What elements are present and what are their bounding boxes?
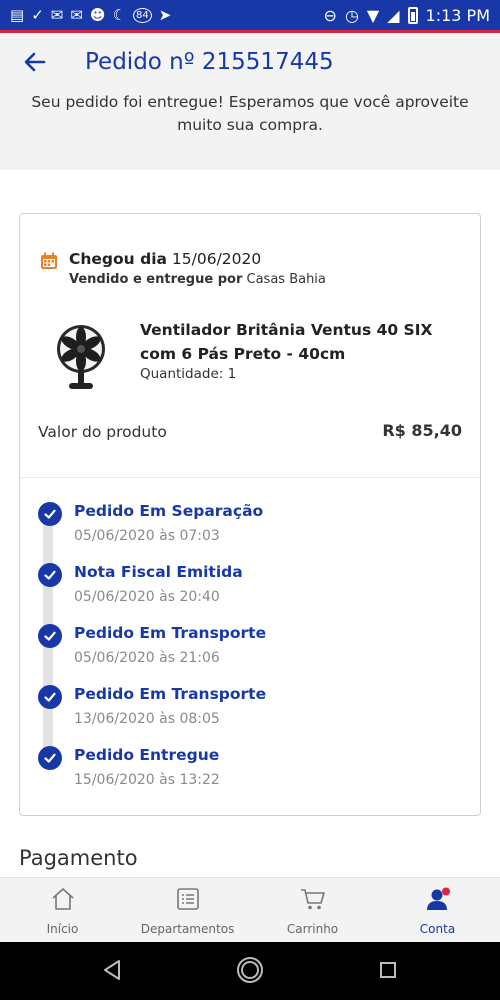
step-time: 05/06/2020 às 20:40 bbox=[74, 589, 220, 605]
page-header: Pedido nº 215517445 Seu pedido foi entre… bbox=[0, 33, 500, 170]
check-icon bbox=[38, 624, 62, 648]
nav-item-carrinho[interactable]: Carrinho bbox=[250, 878, 375, 943]
cart-icon bbox=[300, 889, 325, 910]
timeline-step: Pedido Em Transporte 05/06/2020 às 21:06 bbox=[38, 624, 458, 674]
check-circle-icon: ✓ bbox=[31, 6, 44, 24]
message-icon: ▤ bbox=[10, 6, 25, 24]
step-time: 05/06/2020 às 21:06 bbox=[74, 650, 220, 666]
account-icon bbox=[426, 887, 450, 910]
home-icon bbox=[51, 888, 74, 910]
back-triangle-icon[interactable] bbox=[101, 958, 123, 982]
status-time: 1:13 PM bbox=[425, 5, 490, 25]
mail-icon: ✉ bbox=[70, 6, 83, 24]
divider bbox=[20, 477, 480, 478]
check-icon bbox=[38, 685, 62, 709]
seller-prefix: Vendido e entregue por bbox=[69, 272, 243, 287]
badge-icon: 84 bbox=[133, 7, 152, 23]
mail-icon: ✉ bbox=[50, 6, 64, 24]
recents-square-icon[interactable] bbox=[379, 961, 397, 979]
price-value: R$ 85,40 bbox=[382, 421, 462, 440]
moon-icon: ☾ bbox=[112, 6, 127, 24]
nav-label: Início bbox=[46, 922, 79, 936]
delivery-message: Seu pedido foi entregue! Esperamos que v… bbox=[31, 93, 469, 134]
alarm-icon: ◷ bbox=[344, 5, 359, 25]
battery-icon bbox=[407, 6, 418, 24]
nav-label: Departamentos bbox=[140, 922, 235, 936]
nav-item-departamentos[interactable]: Departamentos bbox=[125, 878, 250, 943]
page-title: Pedido nº 215517445 bbox=[85, 49, 334, 75]
wifi-icon: ▼ bbox=[366, 5, 380, 25]
step-time: 13/06/2020 às 08:05 bbox=[74, 711, 220, 727]
telegram-icon: ➤ bbox=[158, 6, 172, 24]
step-label: Pedido Em Separação bbox=[74, 502, 264, 520]
seller-name: Casas Bahia bbox=[246, 272, 326, 287]
nav-item-inicio[interactable]: Início bbox=[0, 878, 125, 943]
back-arrow-icon[interactable] bbox=[22, 49, 48, 75]
check-icon bbox=[38, 502, 62, 526]
signal-icon: ◢ bbox=[387, 5, 400, 25]
timeline-step: Pedido Entregue 15/06/2020 às 13:22 bbox=[38, 746, 458, 796]
arrival-date: 15/06/2020 bbox=[171, 250, 262, 268]
check-icon bbox=[38, 746, 62, 770]
status-bar: ▤ ✓ ✉ ✉ ☻ ☾ 84 ➤ ⊖ ◷ ▼ ◢ 1:13 PM bbox=[0, 0, 500, 30]
calendar-icon bbox=[41, 252, 57, 269]
check-icon bbox=[38, 563, 62, 587]
list-icon bbox=[176, 888, 199, 910]
arrival-prefix: Chegou dia bbox=[69, 250, 167, 268]
order-content: Chegou dia 15/06/2020 Vendido e entregue… bbox=[0, 170, 500, 877]
step-label: Pedido Em Transporte bbox=[74, 624, 267, 642]
step-label: Nota Fiscal Emitida bbox=[74, 563, 243, 581]
product-quantity: Quantidade: 1 bbox=[140, 366, 237, 382]
arrival-info: Chegou dia 15/06/2020 bbox=[69, 250, 261, 268]
order-card: Chegou dia 15/06/2020 Vendido e entregue… bbox=[19, 213, 481, 816]
timeline-step: Pedido Em Transporte 13/06/2020 às 08:05 bbox=[38, 685, 458, 735]
system-navigation bbox=[0, 942, 500, 1000]
step-label: Pedido Entregue bbox=[74, 746, 220, 764]
nav-label: Conta bbox=[419, 922, 456, 936]
notification-icons: ▤ ✓ ✉ ✉ ☻ ☾ 84 ➤ bbox=[10, 6, 171, 24]
bottom-navigation: Início Departamentos Carrinho Conta bbox=[0, 877, 500, 942]
emoji-icon: ☻ bbox=[89, 6, 106, 24]
step-time: 15/06/2020 às 13:22 bbox=[74, 772, 220, 788]
home-circle-icon[interactable] bbox=[236, 956, 264, 984]
payment-heading: Pagamento bbox=[19, 846, 138, 870]
seller-info: Vendido e entregue por Casas Bahia bbox=[69, 272, 326, 287]
product-name[interactable]: Ventilador Britânia Ventus 40 SIX com 6 … bbox=[140, 318, 465, 366]
price-label: Valor do produto bbox=[38, 423, 167, 441]
product-image[interactable] bbox=[52, 322, 110, 392]
nav-item-conta[interactable]: Conta bbox=[375, 878, 500, 943]
timeline-step: Nota Fiscal Emitida 05/06/2020 às 20:40 bbox=[38, 563, 458, 613]
timeline-step: Pedido Em Separação 05/06/2020 às 07:03 bbox=[38, 502, 458, 552]
step-time: 05/06/2020 às 07:03 bbox=[74, 528, 220, 544]
dnd-icon: ⊖ bbox=[323, 5, 337, 25]
nav-label: Carrinho bbox=[286, 922, 339, 936]
step-label: Pedido Em Transporte bbox=[74, 685, 267, 703]
